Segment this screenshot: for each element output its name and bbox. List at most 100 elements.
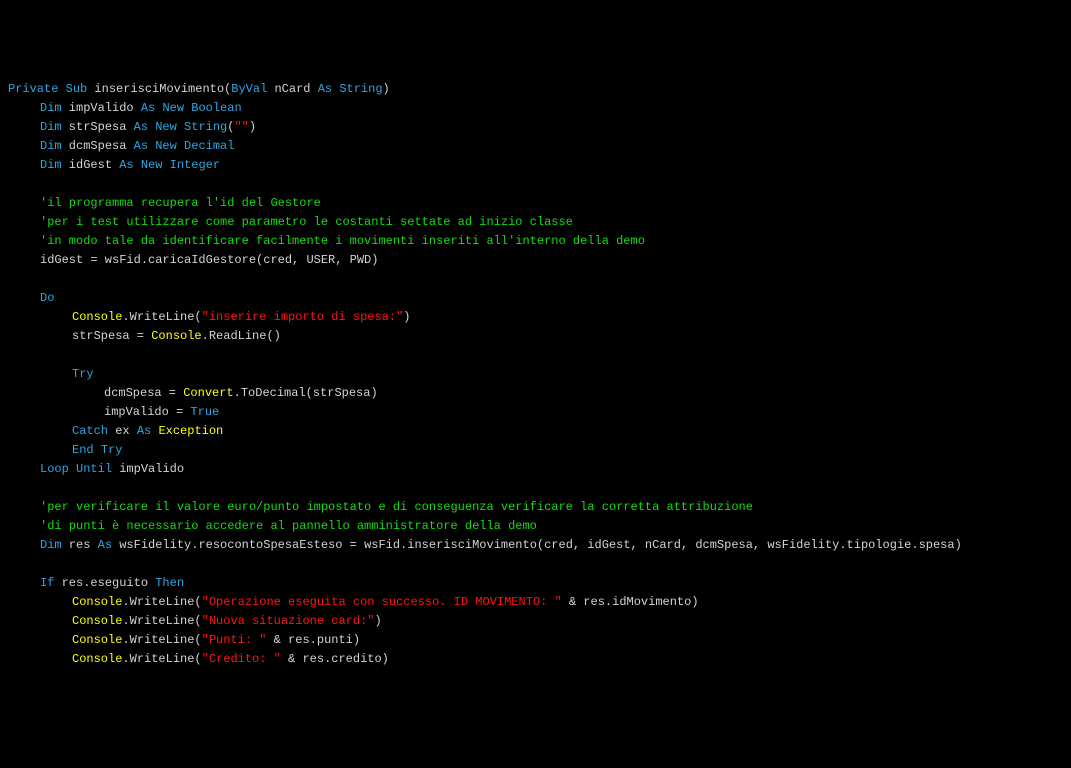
- code-token: Dim: [40, 139, 62, 153]
- code-token: ): [249, 120, 256, 134]
- code-line: strSpesa = Console.ReadLine(): [8, 327, 1063, 346]
- code-token: inserisciMovimento(: [87, 82, 231, 96]
- code-token: Console: [72, 595, 122, 609]
- code-token: "Operazione eseguita con successo. ID MO…: [202, 595, 562, 609]
- code-token: [69, 462, 76, 476]
- code-token: Loop: [40, 462, 69, 476]
- code-token: Console: [72, 633, 122, 647]
- code-token: New: [155, 120, 177, 134]
- code-token: "Punti: ": [202, 633, 267, 647]
- code-line: dcmSpesa = Convert.ToDecimal(strSpesa): [8, 384, 1063, 403]
- code-line: Do: [8, 289, 1063, 308]
- code-token: nCard: [267, 82, 317, 96]
- code-token: .ToDecimal(strSpesa): [234, 386, 378, 400]
- code-token: 'di punti è necessario accedere al panne…: [40, 519, 537, 533]
- code-token: & res.idMovimento): [562, 595, 699, 609]
- code-token: impValido: [62, 101, 141, 115]
- code-token: ByVal: [231, 82, 267, 96]
- code-token: [177, 139, 184, 153]
- code-token: As: [318, 82, 332, 96]
- code-token: [8, 481, 15, 495]
- code-line: idGest = wsFid.caricaIdGestore(cred, USE…: [8, 251, 1063, 270]
- code-token: Integer: [170, 158, 220, 172]
- code-line: Private Sub inserisciMovimento(ByVal nCa…: [8, 80, 1063, 99]
- code-token: Dim: [40, 538, 62, 552]
- code-line: Dim res As wsFidelity.resocontoSpesaEste…: [8, 536, 1063, 555]
- code-token: [8, 348, 15, 362]
- code-line: Loop Until impValido: [8, 460, 1063, 479]
- code-token: 'per i test utilizzare come parametro le…: [40, 215, 573, 229]
- code-token: As: [98, 538, 112, 552]
- code-token: Until: [76, 462, 112, 476]
- code-token: As: [137, 424, 151, 438]
- code-token: Private: [8, 82, 58, 96]
- code-token: Dim: [40, 158, 62, 172]
- code-line: [8, 555, 1063, 574]
- code-token: Boolean: [191, 101, 241, 115]
- code-token: Then: [155, 576, 184, 590]
- code-line: impValido = True: [8, 403, 1063, 422]
- code-token: [177, 120, 184, 134]
- code-token: New: [162, 101, 184, 115]
- code-token: res: [62, 538, 98, 552]
- code-token: strSpesa =: [72, 329, 151, 343]
- code-line: [8, 346, 1063, 365]
- code-token: 'in modo tale da identificare facilmente…: [40, 234, 645, 248]
- code-line: Catch ex As Exception: [8, 422, 1063, 441]
- code-token: impValido: [112, 462, 184, 476]
- code-token: .WriteLine(: [122, 310, 201, 324]
- code-line: 'in modo tale da identificare facilmente…: [8, 232, 1063, 251]
- code-token: "inserire importo di spesa:": [202, 310, 404, 324]
- code-token: String: [184, 120, 227, 134]
- code-line: Console.WriteLine("inserire importo di s…: [8, 308, 1063, 327]
- code-token: [162, 158, 169, 172]
- code-token: [8, 272, 15, 286]
- code-line: Console.WriteLine("Punti: " & res.punti): [8, 631, 1063, 650]
- code-token: dcmSpesa =: [104, 386, 183, 400]
- code-token: Console: [72, 614, 122, 628]
- code-token: Try: [72, 367, 94, 381]
- code-token: dcmSpesa: [62, 139, 134, 153]
- code-token: Decimal: [184, 139, 234, 153]
- code-token: [58, 82, 65, 96]
- code-token: As: [119, 158, 133, 172]
- code-token: [94, 443, 101, 457]
- code-line: Dim idGest As New Integer: [8, 156, 1063, 175]
- code-line: 'di punti è necessario accedere al panne…: [8, 517, 1063, 536]
- code-token: & res.punti): [266, 633, 360, 647]
- code-line: Dim strSpesa As New String(""): [8, 118, 1063, 137]
- code-token: "Credito: ": [202, 652, 281, 666]
- code-token: & res.credito): [281, 652, 389, 666]
- code-line: [8, 270, 1063, 289]
- code-line: [8, 479, 1063, 498]
- code-line: Dim dcmSpesa As New Decimal: [8, 137, 1063, 156]
- code-token: Dim: [40, 101, 62, 115]
- code-token: ): [383, 82, 390, 96]
- code-token: Exception: [158, 424, 223, 438]
- code-token: .WriteLine(: [122, 652, 201, 666]
- code-token: Console: [72, 652, 122, 666]
- code-token: 'per verificare il valore euro/punto imp…: [40, 500, 753, 514]
- code-token: .WriteLine(: [122, 614, 201, 628]
- code-token: End: [72, 443, 94, 457]
- code-token: impValido =: [104, 405, 190, 419]
- code-token: idGest = wsFid.caricaIdGestore(cred, USE…: [40, 253, 378, 267]
- code-token: As: [134, 120, 148, 134]
- code-token: Dim: [40, 120, 62, 134]
- code-token: New: [141, 158, 163, 172]
- code-line: Console.WriteLine("Nuova situazione card…: [8, 612, 1063, 631]
- code-token: Catch: [72, 424, 108, 438]
- code-token: String: [339, 82, 382, 96]
- code-token: res.eseguito: [54, 576, 155, 590]
- code-token: Console: [151, 329, 201, 343]
- code-line: [8, 175, 1063, 194]
- code-token: "": [234, 120, 248, 134]
- code-token: Convert: [183, 386, 233, 400]
- code-token: ): [374, 614, 381, 628]
- code-token: ): [403, 310, 410, 324]
- code-line: Console.WriteLine("Operazione eseguita c…: [8, 593, 1063, 612]
- code-token: Sub: [66, 82, 88, 96]
- code-token: As: [134, 139, 148, 153]
- code-token: .ReadLine(): [202, 329, 281, 343]
- code-token: [134, 158, 141, 172]
